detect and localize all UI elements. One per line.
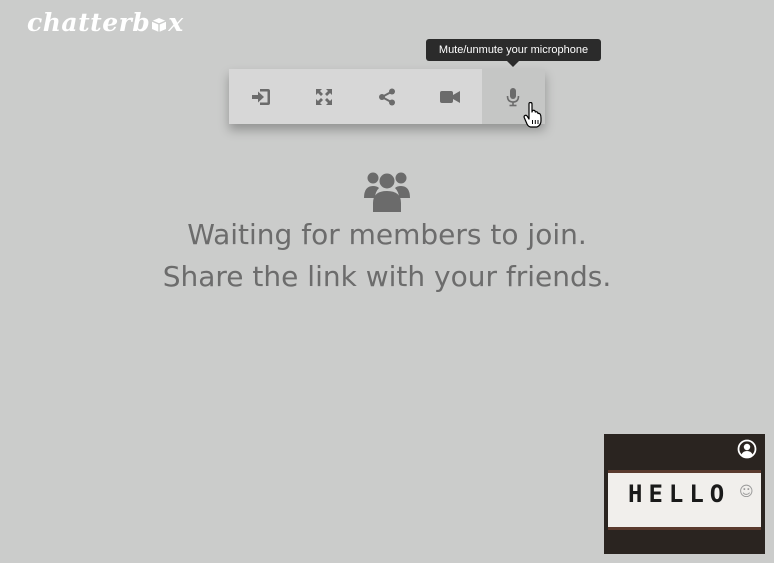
- group-users-icon: [364, 172, 410, 212]
- user-avatar-icon: [737, 439, 757, 459]
- microphone-icon: [507, 87, 520, 106]
- sign-text: HELLO: [628, 480, 731, 508]
- call-toolbar: [229, 69, 545, 124]
- camera-button[interactable]: [419, 69, 482, 124]
- logo-text-right: x: [168, 8, 184, 37]
- waiting-message: Waiting for members to join.: [187, 218, 587, 251]
- leave-icon: [251, 88, 270, 105]
- app-logo: chatterb x: [27, 8, 184, 37]
- smiley-icon: ☺: [739, 484, 754, 500]
- box-logo-icon: [151, 17, 167, 32]
- self-video-preview[interactable]: HELLO ☺: [604, 434, 765, 554]
- logo-text-left: chatterb: [27, 8, 151, 37]
- share-link-message: Share the link with your friends.: [162, 260, 612, 293]
- hand-cursor-icon: [523, 102, 542, 128]
- share-icon: [378, 88, 395, 105]
- leave-button[interactable]: [229, 69, 292, 124]
- share-button[interactable]: [355, 69, 418, 124]
- camera-icon: [440, 90, 461, 103]
- fullscreen-button[interactable]: [292, 69, 355, 124]
- microphone-tooltip: Mute/unmute your microphone: [426, 39, 601, 67]
- fullscreen-icon: [315, 88, 332, 105]
